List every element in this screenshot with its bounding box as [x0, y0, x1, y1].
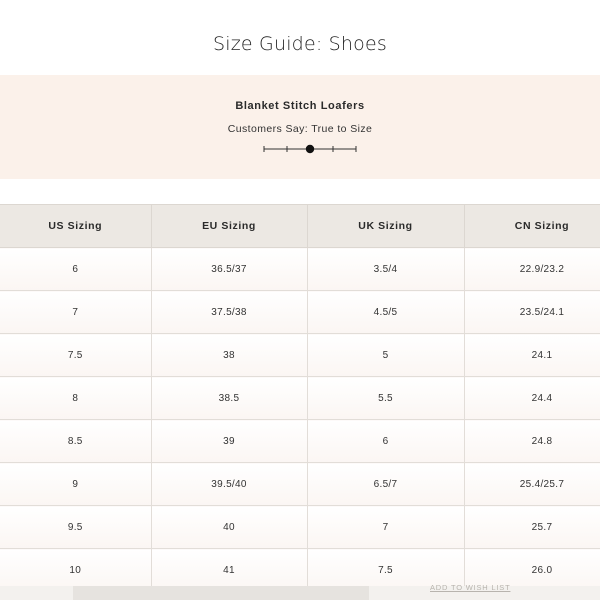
- column-header-eu: EU Sizing: [151, 204, 308, 248]
- cn-size-cell: 24.1: [464, 333, 600, 377]
- eu-size-cell: 39.5/40: [151, 462, 308, 506]
- uk-size-cell: 4.5/5: [307, 290, 465, 334]
- us-size-cell: 8: [0, 376, 152, 420]
- cn-size-cell: 25.4/25.7: [464, 462, 600, 506]
- table-row: 7 37.5/38 4.5/5 23.5/24.1: [0, 290, 600, 334]
- eu-size-cell: 36.5/37: [151, 247, 308, 291]
- table-row: 9 39.5/40 6.5/7 25.4/25.7: [0, 462, 600, 506]
- column-header-cn: CN Sizing: [464, 204, 600, 248]
- table-row: 10 41 7.5 26.0: [0, 548, 600, 586]
- size-table-header-row: US Sizing EU Sizing UK Sizing CN Sizing: [0, 204, 600, 248]
- column-header-us: US Sizing: [0, 204, 152, 248]
- us-size-cell: 7.5: [0, 333, 152, 377]
- uk-size-cell: 5: [307, 333, 465, 377]
- cn-size-cell: 26.0: [464, 548, 600, 586]
- uk-size-cell: 6: [307, 419, 465, 463]
- page-title: Size Guide: Shoes: [213, 33, 387, 55]
- uk-size-cell: 6.5/7: [307, 462, 465, 506]
- eu-size-cell: 38.5: [151, 376, 308, 420]
- background-page-block: [73, 586, 369, 600]
- us-size-cell: 9: [0, 462, 152, 506]
- size-table-container: US Sizing EU Sizing UK Sizing CN Sizing …: [0, 204, 600, 586]
- uk-size-cell: 3.5/4: [307, 247, 465, 291]
- eu-size-cell: 41: [151, 548, 308, 586]
- us-size-cell: 9.5: [0, 505, 152, 549]
- size-guide-modal: Size Guide: Shoes Blanket Stitch Loafers…: [0, 0, 600, 600]
- table-row: 8.5 39 6 24.8: [0, 419, 600, 463]
- fit-scale-marker: [305, 144, 315, 154]
- table-row: 8 38.5 5.5 24.4: [0, 376, 600, 420]
- table-row: 6 36.5/37 3.5/4 22.9/23.2: [0, 247, 600, 291]
- cn-size-cell: 23.5/24.1: [464, 290, 600, 334]
- us-size-cell: 7: [0, 290, 152, 334]
- cn-size-cell: 24.4: [464, 376, 600, 420]
- product-name: Blanket Stitch Loafers: [235, 100, 365, 112]
- us-size-cell: 6: [0, 247, 152, 291]
- column-header-uk: UK Sizing: [307, 204, 465, 248]
- size-table: US Sizing EU Sizing UK Sizing CN Sizing …: [0, 204, 600, 586]
- table-row: 9.5 40 7 25.7: [0, 505, 600, 549]
- customers-say-text: Customers Say: True to Size: [227, 123, 373, 135]
- eu-size-cell: 40: [151, 505, 308, 549]
- eu-size-cell: 37.5/38: [151, 290, 308, 334]
- eu-size-cell: 39: [151, 419, 308, 463]
- table-row: 7.5 38 5 24.1: [0, 333, 600, 377]
- uk-size-cell: 7: [307, 505, 465, 549]
- cn-size-cell: 22.9/23.2: [464, 247, 600, 291]
- us-size-cell: 10: [0, 548, 152, 586]
- cn-size-cell: 24.8: [464, 419, 600, 463]
- uk-size-cell: 5.5: [307, 376, 465, 420]
- fit-summary-panel: Blanket Stitch Loafers Customers Say: Tr…: [0, 75, 600, 179]
- us-size-cell: 8.5: [0, 419, 152, 463]
- fit-scale: [263, 144, 357, 154]
- add-to-wish-list-link[interactable]: ADD TO WISH LIST: [430, 583, 510, 592]
- uk-size-cell: 7.5: [307, 548, 465, 586]
- cn-size-cell: 25.7: [464, 505, 600, 549]
- eu-size-cell: 38: [151, 333, 308, 377]
